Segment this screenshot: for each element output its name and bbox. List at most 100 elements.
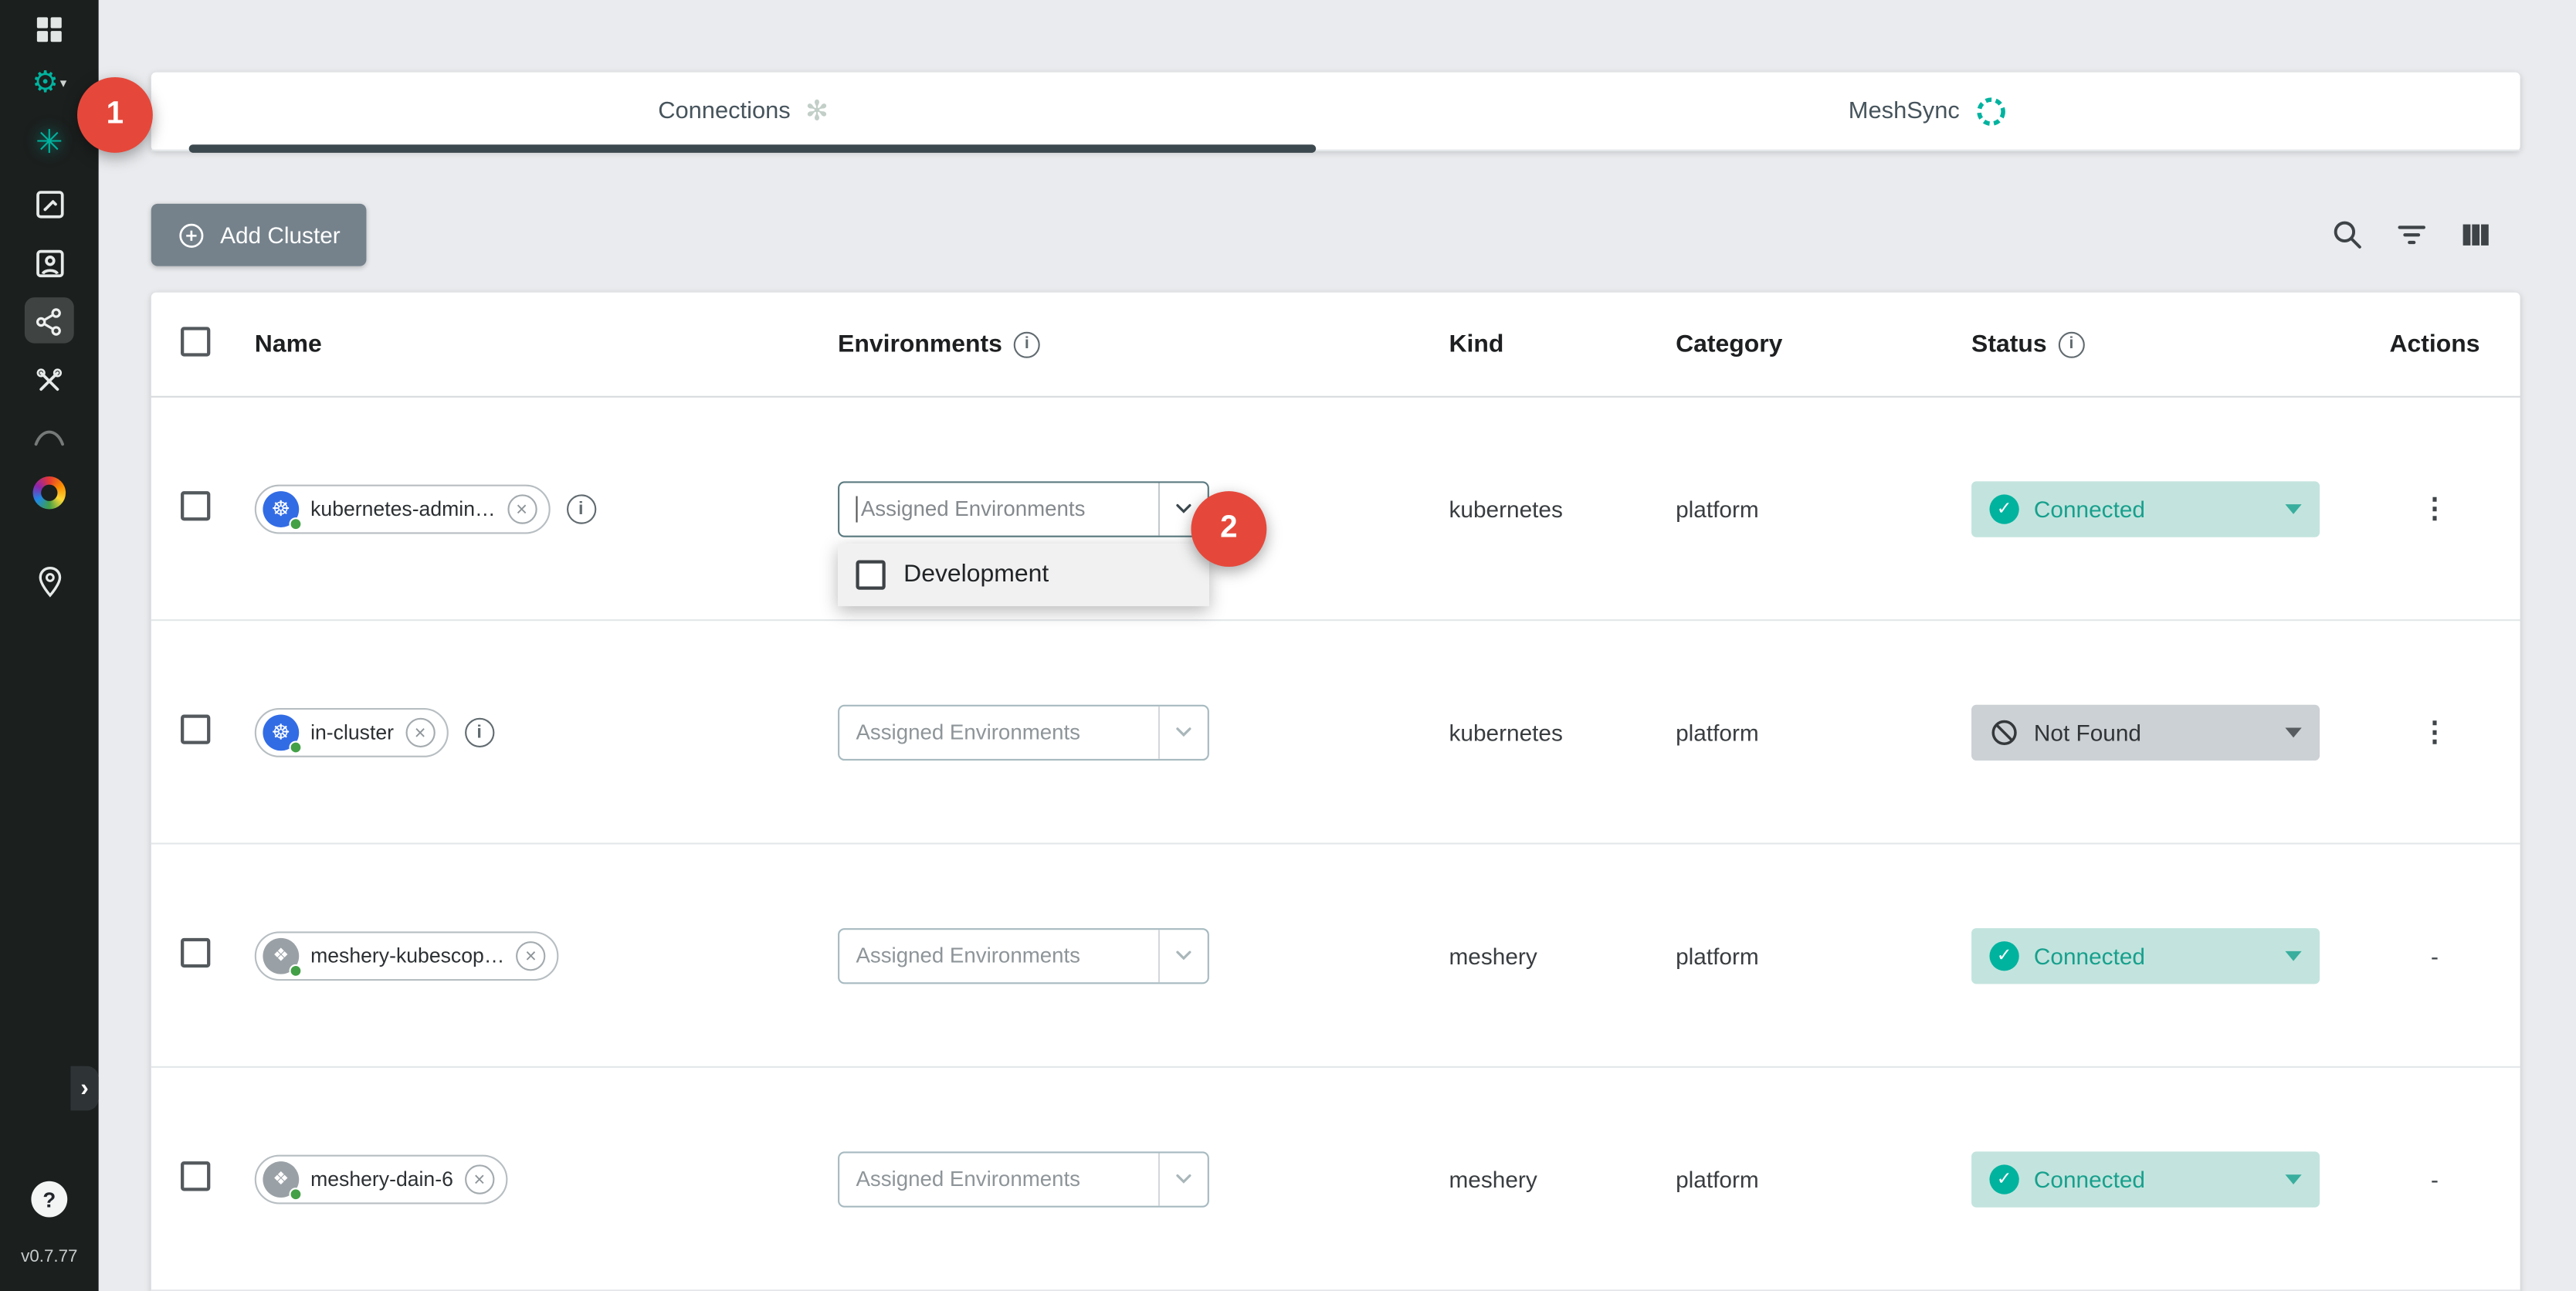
option-checkbox[interactable]: [856, 559, 885, 588]
category-value: platform: [1659, 942, 1955, 968]
location-pin-icon[interactable]: [0, 562, 99, 599]
status-dot: [289, 964, 302, 977]
meshery-icon: ❖: [263, 1161, 299, 1197]
app-version: v0.7.77: [0, 1247, 99, 1267]
row-checkbox[interactable]: [180, 1161, 209, 1191]
environments-placeholder: Assigned Environments: [839, 720, 1158, 744]
kind-value: meshery: [1432, 1165, 1659, 1191]
table-row: ☸ in-cluster × i Assigned Environments k…: [151, 621, 2520, 844]
configuration-icon[interactable]: [0, 184, 99, 221]
connection-chip[interactable]: ☸ kubernetes-admin… ×: [255, 484, 550, 534]
tab-connections[interactable]: Connections ✻: [151, 73, 1336, 151]
view-columns-icon[interactable]: [2458, 217, 2494, 253]
actions-empty: -: [2431, 1165, 2439, 1191]
chevron-down-icon: ▾: [60, 76, 67, 90]
row-checkbox[interactable]: [180, 714, 209, 744]
status-info-icon[interactable]: i: [2058, 331, 2084, 357]
status-dot: [289, 517, 302, 530]
status-caret-icon: [2285, 727, 2301, 737]
mesh-network-icon[interactable]: [25, 297, 74, 344]
environments-select[interactable]: Assigned Environments: [838, 927, 1209, 983]
row-actions-icon[interactable]: ⋮: [2421, 492, 2449, 523]
table-row: ❖ meshery-dain-6 × Assigned Environments…: [151, 1068, 2520, 1291]
environments-select[interactable]: Assigned Environments: [838, 480, 1209, 536]
status-caret-icon: [2285, 1174, 2301, 1184]
sidebar: ⚙▾ ✳ › ? v0.7.77: [0, 0, 99, 1291]
environments-dropdown: Development: [838, 543, 1209, 605]
dashboard-icon[interactable]: [0, 10, 99, 46]
app-window: ⚙▾ ✳ › ? v0.7.77 1 2 Connections ✻: [0, 0, 2576, 1291]
status-chip[interactable]: ✓ Connected: [1971, 927, 2320, 983]
connection-info-icon[interactable]: i: [566, 493, 595, 523]
connection-name: kubernetes-admin…: [310, 497, 495, 520]
step-badge-1[interactable]: 1: [77, 77, 153, 153]
toolbar-actions: [2330, 217, 2520, 253]
connection-name: in-cluster: [310, 720, 394, 744]
row-checkbox[interactable]: [180, 491, 209, 520]
category-value: platform: [1659, 1165, 1955, 1191]
connected-check-icon: ✓: [1989, 1164, 2018, 1193]
connection-chip[interactable]: ❖ meshery-kubescop… ×: [255, 930, 559, 980]
select-all-checkbox[interactable]: [180, 327, 209, 356]
status-caret-icon: [2285, 503, 2301, 513]
connection-chip[interactable]: ☸ in-cluster ×: [255, 707, 448, 757]
select-caret-icon[interactable]: [1158, 1152, 1208, 1205]
connections-tab-icon: ✻: [805, 95, 829, 128]
header-status: Statusi: [1955, 330, 2350, 358]
kind-value: meshery: [1432, 942, 1659, 968]
kind-value: kubernetes: [1432, 495, 1659, 521]
select-caret-icon[interactable]: [1158, 929, 1208, 981]
environments-placeholder: Assigned Environments: [858, 496, 1158, 521]
environments-select[interactable]: Assigned Environments: [838, 1150, 1209, 1206]
remove-connection-icon[interactable]: ×: [516, 940, 545, 970]
status-chip[interactable]: ✓ Connected: [1971, 480, 2320, 536]
integrations-wheel-icon[interactable]: [0, 476, 99, 517]
table-row: ❖ meshery-kubescop… × Assigned Environme…: [151, 845, 2520, 1068]
status-label: Connected: [2034, 942, 2145, 968]
meshery-icon: ❖: [263, 937, 299, 974]
environments-info-icon[interactable]: i: [1014, 331, 1040, 357]
connection-info-icon[interactable]: i: [464, 717, 493, 747]
select-caret-icon[interactable]: [1158, 706, 1208, 758]
status-chip[interactable]: Not Found: [1971, 704, 2320, 760]
search-icon[interactable]: [2330, 217, 2366, 253]
connections-table: Name Environmentsi Kind Category Statusi…: [151, 293, 2520, 1291]
users-icon[interactable]: [0, 243, 99, 280]
header-environments: Environmentsi: [822, 330, 1432, 358]
toolbox-icon[interactable]: [0, 361, 99, 398]
plus-circle-icon: [178, 221, 205, 249]
add-cluster-label: Add Cluster: [220, 222, 341, 248]
tab-connections-label: Connections: [658, 99, 791, 125]
kubernetes-icon: ☸: [263, 713, 299, 750]
header-name: Name: [238, 330, 821, 358]
row-actions-icon[interactable]: ⋮: [2421, 716, 2449, 747]
status-chip[interactable]: ✓ Connected: [1971, 1150, 2320, 1206]
add-cluster-button[interactable]: Add Cluster: [151, 204, 367, 266]
environments-select[interactable]: Assigned Environments: [838, 704, 1209, 760]
table-header-row: Name Environmentsi Kind Category Statusi…: [151, 293, 2520, 398]
environments-placeholder: Assigned Environments: [839, 1167, 1158, 1191]
actions-empty: -: [2431, 942, 2439, 968]
sidebar-expand-button[interactable]: ›: [70, 1066, 98, 1110]
connection-name: meshery-dain-6: [310, 1167, 453, 1191]
connection-chip[interactable]: ❖ meshery-dain-6 ×: [255, 1154, 507, 1204]
step-badge-2[interactable]: 2: [1191, 491, 1266, 567]
remove-connection-icon[interactable]: ×: [507, 493, 536, 523]
header-actions: Actions: [2349, 330, 2520, 358]
help-icon[interactable]: ?: [31, 1181, 67, 1218]
option-label: Development: [903, 560, 1049, 588]
arc-icon[interactable]: [0, 415, 99, 452]
tab-meshsync-label: MeshSync: [1849, 99, 1960, 125]
remove-connection-icon[interactable]: ×: [465, 1164, 494, 1193]
status-dot: [289, 1187, 302, 1200]
connected-check-icon: ✓: [1989, 493, 2018, 523]
status-label: Connected: [2034, 1165, 2145, 1191]
remove-connection-icon[interactable]: ×: [405, 717, 435, 747]
active-tab-indicator: [189, 144, 1316, 153]
tab-meshsync[interactable]: MeshSync: [1336, 73, 2520, 151]
filter-icon[interactable]: [2394, 217, 2430, 253]
environment-option[interactable]: Development: [838, 543, 1209, 605]
environments-placeholder: Assigned Environments: [839, 943, 1158, 967]
row-checkbox[interactable]: [180, 938, 209, 967]
connection-name: meshery-kubescop…: [310, 944, 504, 967]
